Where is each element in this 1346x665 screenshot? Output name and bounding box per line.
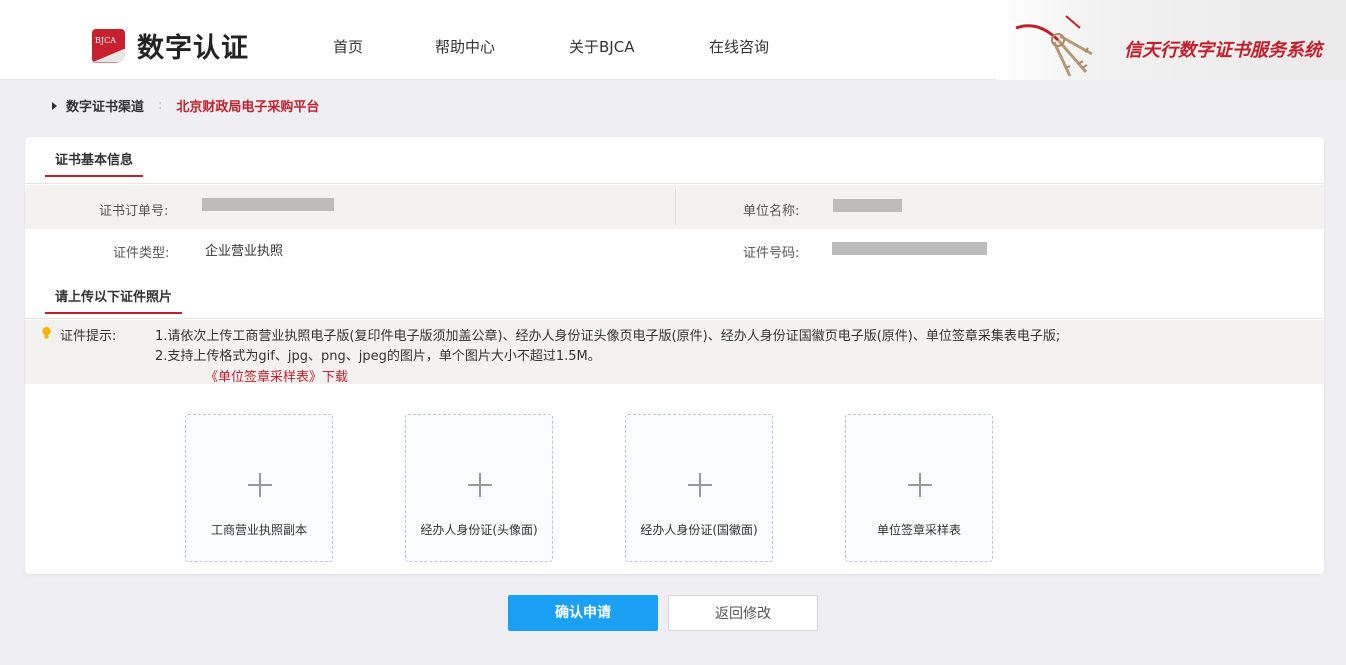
nav-online-consult[interactable]: 在线咨询 bbox=[709, 36, 769, 57]
plus-icon bbox=[688, 473, 712, 497]
plus-icon bbox=[248, 473, 272, 497]
breadcrumb-label: 数字证书渠道 bbox=[66, 100, 145, 115]
info-row-1: 证书订单号: 单位名称: bbox=[25, 185, 1324, 229]
bjca-logo-icon: BJCA bbox=[92, 28, 125, 63]
info-row-2: 证件类型: 企业营业执照 证件号码: bbox=[25, 229, 1324, 273]
nav-help-center[interactable]: 帮助中心 bbox=[435, 36, 495, 57]
lightbulb-icon bbox=[42, 327, 51, 339]
confirm-button[interactable]: 确认申请 bbox=[508, 595, 658, 631]
download-template-link[interactable]: 《单位签章采样表》下载 bbox=[205, 366, 348, 385]
back-button[interactable]: 返回修改 bbox=[668, 595, 818, 631]
divider bbox=[25, 318, 1324, 319]
nav-about-bjca[interactable]: 关于BJCA bbox=[569, 36, 634, 57]
banner-title: 信天行数字证书服务系统 bbox=[1124, 40, 1322, 61]
breadcrumb-separator: : bbox=[158, 98, 163, 113]
upload-caption: 工商营业执照副本 bbox=[210, 523, 307, 537]
upload-id-front[interactable]: 经办人身份证(头像面) bbox=[405, 414, 553, 562]
unit-name-label: 单位名称: bbox=[743, 204, 800, 219]
top-header: BJCA 数字认证 首页 帮助中心 关于BJCA 在线咨询 信天行数字证书服务系… bbox=[0, 0, 1346, 80]
order-no-value-redacted bbox=[202, 198, 334, 211]
tip-line-2: 2.支持上传格式为gif、jpg、png、jpeg的图片，单个图片大小不超过1.… bbox=[155, 349, 601, 364]
header-banner: 信天行数字证书服务系统 bbox=[996, 0, 1346, 80]
site-logo[interactable]: BJCA 数字认证 bbox=[92, 26, 249, 65]
column-divider bbox=[675, 189, 676, 225]
caret-right-icon bbox=[52, 101, 57, 110]
order-no-label: 证书订单号: bbox=[99, 204, 169, 219]
tip-line-1: 1.请依次上传工商营业执照电子版(复印件电子版须加盖公章)、经办人身份证头像页电… bbox=[155, 329, 1061, 344]
unit-name-value-redacted bbox=[833, 199, 902, 212]
upload-caption: 单位签章采样表 bbox=[876, 523, 961, 537]
nav-home[interactable]: 首页 bbox=[333, 36, 363, 57]
upload-section-title: 请上传以下证件照片 bbox=[45, 286, 183, 314]
tip-label: 证件提示: bbox=[60, 329, 117, 344]
upload-caption: 经办人身份证(国徽面) bbox=[640, 523, 758, 537]
breadcrumb-channel[interactable]: 北京财政局电子采购平台 bbox=[176, 96, 319, 115]
plus-icon bbox=[908, 473, 932, 497]
plus-icon bbox=[468, 473, 492, 497]
logo-badge-text: BJCA bbox=[95, 35, 116, 45]
upload-caption: 经办人身份证(头像面) bbox=[420, 523, 538, 537]
breadcrumb: 数字证书渠道 : 北京财政局电子采购平台 bbox=[52, 96, 319, 115]
upload-tips: 证件提示: 1.请依次上传工商营业执照电子版(复印件电子版须加盖公章)、经办人身… bbox=[25, 320, 1324, 385]
cert-type-label: 证件类型: bbox=[113, 246, 170, 261]
keys-icon bbox=[1015, 15, 1093, 77]
certificate-card: 证书基本信息 证书订单号: 单位名称: 证件类型: 企业营业执照 证件号码: 请… bbox=[25, 137, 1324, 574]
upload-seal-form[interactable]: 单位签章采样表 bbox=[845, 414, 993, 562]
cert-no-label: 证件号码: bbox=[743, 246, 800, 261]
basic-info-title: 证书基本信息 bbox=[45, 149, 144, 177]
upload-business-license[interactable]: 工商营业执照副本 bbox=[185, 414, 333, 562]
upload-id-back[interactable]: 经办人身份证(国徽面) bbox=[625, 414, 773, 562]
logo-text: 数字认证 bbox=[137, 33, 249, 64]
cert-no-value-redacted bbox=[832, 242, 987, 255]
divider bbox=[25, 183, 1324, 184]
cert-type-value: 企业营业执照 bbox=[205, 244, 284, 259]
